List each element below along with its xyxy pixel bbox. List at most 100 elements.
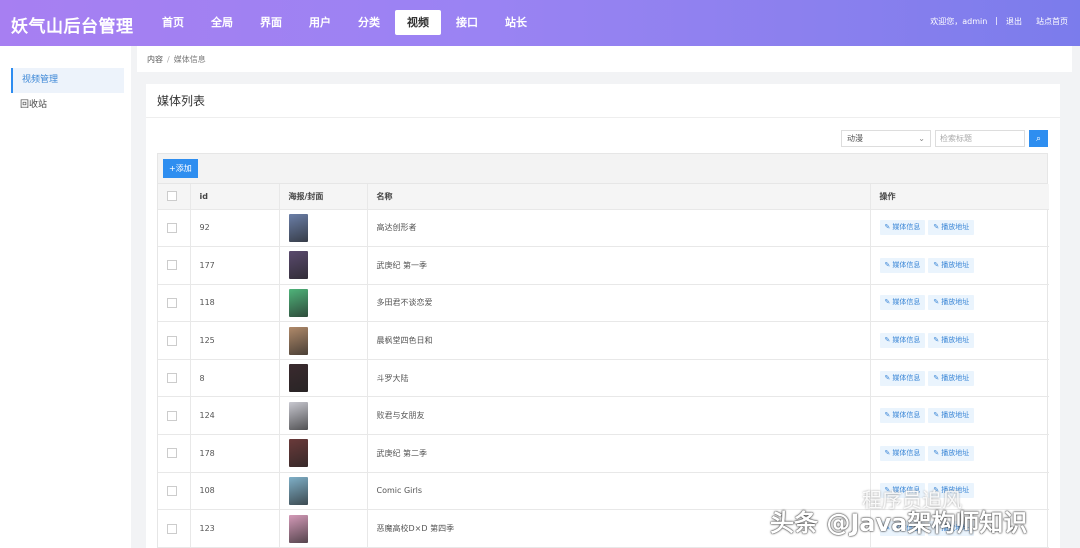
search-icon: ⌕ <box>1035 133 1042 143</box>
row-checkbox[interactable] <box>167 373 177 384</box>
row-poster-cell <box>279 359 368 398</box>
play-url-button[interactable]: ✎ 播放地址 <box>928 370 975 386</box>
plus-icon: + <box>169 164 176 173</box>
top-nav: 首页 全局 界面 用户 分类 视频 接口 站长 <box>150 10 542 35</box>
row-actions: ✎ 媒体信息 ✎ 播放地址 <box>870 284 1049 323</box>
media-info-label: 媒体信息 <box>892 336 921 345</box>
table-row: 118 多田君不谈恋爱 ✎ 媒体信息 ✎ 播放地址 <box>158 284 1049 323</box>
row-checkbox-cell <box>158 246 191 285</box>
row-poster-cell <box>279 434 368 473</box>
row-checkbox[interactable] <box>167 222 177 233</box>
pencil-icon: ✎ <box>884 298 891 307</box>
row-id: 123 <box>190 509 280 548</box>
media-info-label: 媒体信息 <box>892 373 921 382</box>
nav-item-3[interactable]: 用户 <box>297 10 343 35</box>
play-url-button[interactable]: ✎ 播放地址 <box>928 445 975 461</box>
media-info-button[interactable]: ✎ 媒体信息 <box>879 370 926 386</box>
row-poster-cell <box>279 509 368 548</box>
media-info-button[interactable]: ✎ 媒体信息 <box>879 220 926 236</box>
media-info-button[interactable]: ✎ 媒体信息 <box>879 445 926 461</box>
row-checkbox[interactable] <box>167 260 177 271</box>
nav-item-1[interactable]: 全局 <box>199 10 245 35</box>
sidebar-item-video-manage[interactable]: 视频管理 <box>11 68 124 93</box>
row-checkbox-cell <box>158 209 191 248</box>
search-input[interactable] <box>935 130 1025 147</box>
pencil-icon: ✎ <box>933 448 940 457</box>
table-row: 178 武庚纪 第二季 ✎ 媒体信息 ✎ 播放地址 <box>158 434 1049 473</box>
row-poster-cell <box>279 246 368 285</box>
category-select[interactable]: 动漫 ⌄ <box>841 130 931 147</box>
play-url-label: 播放地址 <box>941 373 970 382</box>
row-id: 124 <box>190 396 280 436</box>
row-title: 高达创形者 <box>367 209 871 248</box>
row-checkbox[interactable] <box>167 485 177 496</box>
row-checkbox[interactable] <box>167 523 177 534</box>
table-row: 8 斗罗大陆 ✎ 媒体信息 ✎ 播放地址 <box>158 359 1049 398</box>
row-checkbox[interactable] <box>167 448 177 459</box>
logout-link[interactable]: 退出 <box>1006 16 1022 27</box>
add-button[interactable]: +添加 <box>163 159 198 178</box>
play-url-button[interactable]: ✎ 播放地址 <box>928 333 975 349</box>
pencil-icon: ✎ <box>884 260 891 269</box>
chevron-down-icon: ⌄ <box>918 134 925 143</box>
row-id: 8 <box>190 359 280 398</box>
nav-item-0[interactable]: 首页 <box>150 10 196 35</box>
row-checkbox[interactable] <box>167 335 177 346</box>
play-url-label: 播放地址 <box>941 223 970 232</box>
media-info-button[interactable]: ✎ 媒体信息 <box>879 333 926 349</box>
nav-item-6[interactable]: 接口 <box>444 10 490 35</box>
media-info-button[interactable]: ✎ 媒体信息 <box>879 408 926 424</box>
nav-item-4[interactable]: 分类 <box>346 10 392 35</box>
breadcrumb-root[interactable]: 内容 <box>147 55 163 64</box>
pencil-icon: ✎ <box>884 223 891 232</box>
row-poster-cell <box>279 209 368 248</box>
user-bar-divider: | <box>995 16 998 25</box>
pencil-icon: ✎ <box>933 411 940 420</box>
row-title: 晨枫堂四色日和 <box>367 321 871 360</box>
play-url-button[interactable]: ✎ 播放地址 <box>928 295 975 311</box>
media-info-label: 媒体信息 <box>892 260 921 269</box>
pencil-icon: ✎ <box>933 373 940 382</box>
breadcrumb-bar: 内容 / 媒体信息 <box>137 46 1072 72</box>
row-checkbox[interactable] <box>167 410 177 421</box>
play-url-button[interactable]: ✎ 播放地址 <box>928 220 975 236</box>
site-home-link[interactable]: 站点首页 <box>1036 16 1068 27</box>
media-info-button[interactable]: ✎ 媒体信息 <box>879 295 926 311</box>
table-row: 177 武庚纪 第一季 ✎ 媒体信息 ✎ 播放地址 <box>158 246 1049 285</box>
row-title: 多田君不谈恋爱 <box>367 284 871 323</box>
table-action-bar: +添加 <box>158 154 1047 184</box>
pencil-icon: ✎ <box>884 336 891 345</box>
poster-thumbnail <box>288 401 308 430</box>
sidebar-item-recycle-bin[interactable]: 回收站 <box>0 93 131 118</box>
media-info-label: 媒体信息 <box>892 448 921 457</box>
pencil-icon: ✎ <box>933 223 940 232</box>
row-poster-cell <box>279 396 368 436</box>
select-all-checkbox[interactable] <box>167 191 177 202</box>
play-url-label: 播放地址 <box>941 260 970 269</box>
media-info-button[interactable]: ✎ 媒体信息 <box>879 257 926 273</box>
category-select-value: 动漫 <box>847 134 863 143</box>
poster-thumbnail <box>288 364 308 393</box>
row-id: 178 <box>190 434 280 473</box>
play-url-button[interactable]: ✎ 播放地址 <box>928 408 975 424</box>
breadcrumb-separator: / <box>167 55 170 64</box>
table-row: 124 败君与女朋友 ✎ 媒体信息 ✎ 播放地址 <box>158 396 1049 436</box>
nav-item-2[interactable]: 界面 <box>248 10 294 35</box>
row-poster-cell <box>279 321 368 360</box>
poster-thumbnail <box>288 326 308 355</box>
top-header: 妖气山后台管理 首页 全局 界面 用户 分类 视频 接口 站长 欢迎您，admin | 退出 … <box>0 0 1080 46</box>
search-button[interactable]: ⌕ <box>1029 130 1048 147</box>
play-url-button[interactable]: ✎ 播放地址 <box>928 257 975 273</box>
row-checkbox[interactable] <box>167 297 177 308</box>
add-button-label: 添加 <box>175 164 192 173</box>
column-header-id: id <box>190 184 280 210</box>
pencil-icon: ✎ <box>884 448 891 457</box>
row-poster-cell <box>279 472 368 511</box>
row-actions: ✎ 媒体信息 ✎ 播放地址 <box>870 396 1049 436</box>
welcome-text: 欢迎您，admin <box>930 17 988 26</box>
nav-item-7[interactable]: 站长 <box>493 10 539 35</box>
card-title: 媒体列表 <box>146 84 1060 118</box>
row-checkbox-cell <box>158 434 191 473</box>
nav-item-5[interactable]: 视频 <box>395 10 441 35</box>
row-id: 108 <box>190 472 280 511</box>
